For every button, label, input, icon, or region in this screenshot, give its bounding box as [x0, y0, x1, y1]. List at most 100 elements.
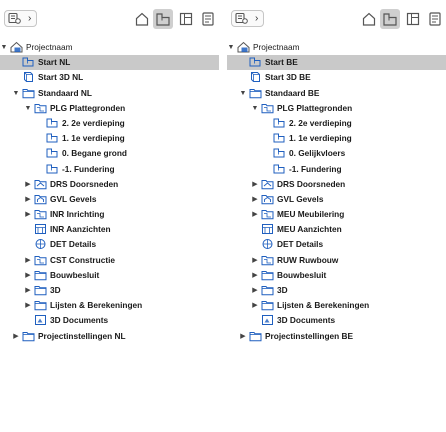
tree-item[interactable]: ▶ Lijsten & Berekeningen [227, 298, 446, 313]
navigator-popup-button[interactable]: › [231, 10, 264, 27]
tree-item-label: MEU Aanzichten [277, 224, 342, 235]
navigator-panel-right: › ▼ Projectnaam Start BE Start 3D BE ▼ Standaa… [227, 0, 446, 432]
tree-item[interactable]: ▶ GVL Gevels [0, 192, 219, 207]
tree-item[interactable]: ▶ Bouwbesluit [0, 268, 219, 283]
tree-item[interactable]: 2. 2e verdieping [0, 116, 219, 131]
tree-item[interactable]: ▶ CST Constructie [0, 253, 219, 268]
layout-book-button[interactable] [403, 9, 423, 29]
tree-item[interactable]: DET Details [0, 237, 219, 252]
tree-item[interactable]: ▶ RUW Ruwbouw [227, 253, 446, 268]
tree-item[interactable]: Start 3D NL [0, 70, 219, 85]
tree-item-label: 3D [50, 285, 61, 295]
tree-item[interactable]: ▶ Bouwbesluit [227, 268, 446, 283]
tree-item-label: 1. 1e verdieping [289, 133, 352, 144]
tree-item-label: Lijsten & Berekeningen [277, 300, 370, 311]
expand-arrow-right-icon[interactable]: ▶ [251, 207, 259, 222]
expand-arrow-right-icon[interactable]: ▶ [251, 268, 259, 283]
tree-item[interactable]: ▶ 3D [227, 283, 446, 298]
tree-item-label: 3D [277, 285, 288, 295]
expand-arrow-right-icon[interactable]: ▶ [24, 177, 32, 192]
navigator-toolbar: › [0, 0, 219, 34]
view-map-button[interactable] [153, 9, 173, 29]
expand-arrow-down-icon[interactable]: ▼ [251, 101, 259, 116]
tree-item[interactable]: ▶ Projectinstellingen BE [227, 329, 446, 344]
tree-item[interactable]: Start BE [227, 55, 446, 71]
tree-item-label: PLG Plattegronden [277, 102, 353, 113]
tree-item[interactable]: 1. 1e verdieping [0, 131, 219, 146]
chevron-right-icon: › [255, 13, 259, 24]
tree-item-label: Standaard NL [38, 87, 92, 98]
tree-item[interactable]: ▶ INR Inrichting [0, 207, 219, 222]
expand-arrow-down-icon[interactable]: ▼ [239, 86, 247, 101]
tree-item[interactable]: ▼ Projectnaam [227, 40, 446, 55]
tree-item[interactable]: ▼ Standaard NL [0, 86, 219, 101]
tree-item[interactable]: ▶ Projectinstellingen NL [0, 329, 219, 344]
tree-item-label: INR Aanzichten [50, 224, 111, 235]
tree-item[interactable]: ▼ PLG Plattegronden [0, 101, 219, 116]
tree-item-label: Bouwbesluit [50, 269, 100, 280]
tree-item-label: Bouwbesluit [277, 269, 327, 280]
tree-item-label: INR Inrichting [50, 209, 105, 220]
tree-item-label: DRS Doorsneden [50, 178, 119, 189]
tree-item[interactable]: Start 3D BE [227, 70, 446, 85]
expand-arrow-right-icon[interactable]: ▶ [251, 192, 259, 207]
expand-arrow-right-icon[interactable]: ▶ [251, 253, 259, 268]
expand-arrow-right-icon[interactable]: ▶ [24, 253, 32, 268]
tree-item-label: -1. Fundering [289, 163, 342, 174]
navigator-popup-button[interactable]: › [4, 10, 37, 27]
tree-item[interactable]: ▶ DRS Doorsneden [227, 177, 446, 192]
tree-item[interactable]: ▶ 3D [0, 283, 219, 298]
tree-item[interactable]: 3D Documents [0, 313, 219, 328]
expand-arrow-right-icon[interactable]: ▶ [24, 283, 32, 298]
expand-arrow-right-icon[interactable]: ▶ [24, 192, 32, 207]
tree-item[interactable]: 3D Documents [227, 313, 446, 328]
tree-item-label: 2. 2e verdieping [289, 117, 352, 128]
expand-arrow-right-icon[interactable]: ▶ [24, 207, 32, 222]
expand-arrow-down-icon[interactable]: ▼ [227, 40, 235, 55]
project-map-button[interactable] [359, 9, 379, 29]
tree-item[interactable]: -1. Fundering [227, 162, 446, 177]
expand-arrow-right-icon[interactable]: ▶ [251, 298, 259, 313]
tree-item[interactable]: ▼ PLG Plattegronden [227, 101, 446, 116]
publisher-button[interactable] [425, 9, 445, 29]
expand-arrow-right-icon[interactable]: ▶ [24, 268, 32, 283]
tree-item-label: 1. 1e verdieping [62, 133, 125, 144]
tree-item-label: Lijsten & Berekeningen [50, 300, 143, 311]
tree-item[interactable]: ▶ MEU Meubilering [227, 207, 446, 222]
tree-item[interactable]: ▶ DRS Doorsneden [0, 177, 219, 192]
tree-item-label: GVL Gevels [50, 193, 97, 204]
tree-item[interactable]: ▼ Standaard BE [227, 86, 446, 101]
expand-arrow-down-icon[interactable]: ▼ [24, 101, 32, 116]
expand-arrow-right-icon[interactable]: ▶ [251, 283, 259, 298]
expand-arrow-down-icon[interactable]: ▼ [12, 86, 20, 101]
tree-item[interactable]: ▶ Lijsten & Berekeningen [0, 298, 219, 313]
tree-item[interactable]: MEU Aanzichten [227, 222, 446, 237]
tree-item[interactable]: ▶ GVL Gevels [227, 192, 446, 207]
layout-book-button[interactable] [176, 9, 196, 29]
tree-item[interactable]: 0. Gelijkvloers [227, 146, 446, 161]
expand-arrow-right-icon[interactable]: ▶ [239, 329, 247, 344]
expand-arrow-right-icon[interactable]: ▶ [24, 298, 32, 313]
tree-item[interactable]: INR Aanzichten [0, 222, 219, 237]
chevron-right-icon: › [28, 13, 32, 24]
publisher-button[interactable] [198, 9, 218, 29]
expand-arrow-right-icon[interactable]: ▶ [251, 177, 259, 192]
folder-icon [22, 330, 35, 347]
tree-item[interactable]: 1. 1e verdieping [227, 131, 446, 146]
tree-item-label: 0. Gelijkvloers [289, 148, 346, 159]
tree-item-label: DET Details [50, 239, 97, 250]
expand-arrow-right-icon[interactable]: ▶ [12, 329, 20, 344]
view-map-button[interactable] [380, 9, 400, 29]
project-map-button[interactable] [132, 9, 152, 29]
tree-item[interactable]: Start NL [0, 55, 219, 71]
tree-item-label: 2. 2e verdieping [62, 117, 125, 128]
tree-item[interactable]: DET Details [227, 237, 446, 252]
tree-item-label: Standaard BE [265, 87, 320, 98]
tree-item-label: CST Constructie [50, 254, 115, 265]
tree-item[interactable]: -1. Fundering [0, 162, 219, 177]
expand-arrow-down-icon[interactable]: ▼ [0, 40, 8, 55]
tree-item[interactable]: ▼ Projectnaam [0, 40, 219, 55]
tree-item[interactable]: 2. 2e verdieping [227, 116, 446, 131]
tree-item-label: 3D Documents [50, 315, 109, 326]
tree-item[interactable]: 0. Begane grond [0, 146, 219, 161]
